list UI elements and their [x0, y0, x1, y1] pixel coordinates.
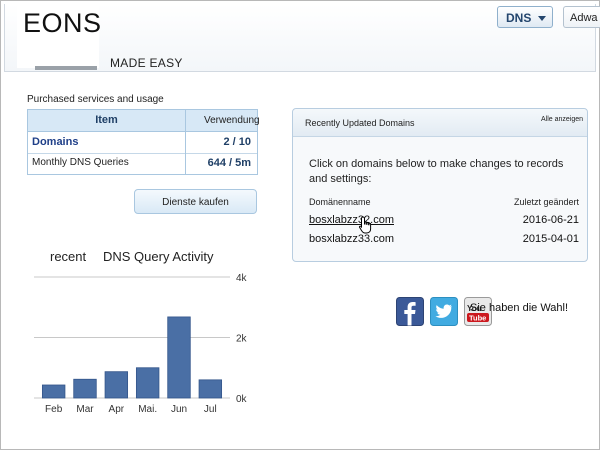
- chart-bar-jul: [198, 379, 223, 399]
- logo-underline: [35, 66, 97, 70]
- x-tick-label: Mai.: [138, 404, 157, 415]
- table-row: Monthly DNS Queries 644 / 5m: [28, 153, 257, 175]
- y-tick-label: 0k: [236, 394, 248, 405]
- column-header-item: Item: [95, 114, 118, 126]
- advanced-button[interactable]: Adwa: [563, 6, 600, 28]
- dns-queries-label: Monthly DNS Queries: [32, 157, 129, 168]
- chevron-down-icon: [538, 16, 546, 21]
- chart-bar-feb: [41, 384, 66, 399]
- recent-domains-description: Click on domains below to make changes t…: [309, 158, 564, 185]
- recent-domains-header: Recently Updated Domains Alle anzeigen: [293, 109, 587, 137]
- facebook-icon[interactable]: [396, 297, 424, 326]
- dns-menu-button[interactable]: DNS: [497, 6, 553, 28]
- column-header-last-modified: Zuletzt geändert: [513, 197, 579, 207]
- y-tick-label: 2k: [236, 334, 248, 345]
- social-tagline: Sie haben die Wahl!: [470, 302, 569, 314]
- view-all-link[interactable]: Alle anzeigen: [541, 116, 583, 123]
- dns-queries-usage-value: 644 / 5m: [185, 153, 257, 174]
- services-title: Purchased services and usage: [27, 94, 164, 105]
- recent-domains-panel: Recently Updated Domains Alle anzeigen C…: [292, 108, 588, 262]
- chart-bar-jun: [167, 316, 191, 399]
- youtube-wordmark-tube: Tube: [469, 314, 486, 323]
- logo-text: EONS: [23, 8, 102, 38]
- column-header-domain-name: Domänenname: [309, 197, 371, 207]
- x-tick-label: Feb: [45, 404, 63, 415]
- chart-bar-mar: [73, 378, 97, 399]
- y-tick-label: 4k: [236, 273, 248, 284]
- domain-link[interactable]: bosxlabzz33.com: [309, 233, 394, 245]
- services-table-header: Item Verwendung: [28, 110, 260, 132]
- domain-date: 2015-04-01: [522, 233, 579, 245]
- x-tick-label: Jun: [171, 404, 187, 415]
- domain-link[interactable]: bosxlabzz32.com: [309, 214, 394, 226]
- x-tick-label: Mar: [76, 404, 94, 415]
- chart-bar-mai: [135, 367, 160, 399]
- tagline: MADE EASY: [110, 56, 183, 70]
- dns-activity-chart: 0k 2k 4k Feb Mar Apr Mai. Jun Jul: [34, 273, 248, 415]
- buy-services-button[interactable]: Dienste kaufen: [134, 189, 257, 214]
- x-tick-label: Jul: [204, 404, 217, 415]
- chart-bar-apr: [104, 371, 129, 399]
- domains-usage-value: 2 / 10: [185, 132, 257, 153]
- services-table: Item Verwendung Domains 2 / 10 Monthly D…: [27, 109, 260, 175]
- table-row: Domains 2 / 10: [28, 132, 257, 154]
- twitter-icon[interactable]: [430, 297, 458, 326]
- header: EONS MADE EASY DNS Adwa: [4, 4, 600, 72]
- recent-domains-title: Recently Updated Domains: [305, 118, 415, 128]
- dns-menu-label: DNS: [506, 11, 532, 25]
- hand-cursor-icon: [358, 216, 372, 234]
- domain-date: 2016-06-21: [522, 214, 579, 226]
- column-header-usage: Verwendung: [185, 110, 260, 131]
- x-tick-label: Apr: [109, 404, 125, 415]
- domains-link[interactable]: Domains: [32, 136, 78, 148]
